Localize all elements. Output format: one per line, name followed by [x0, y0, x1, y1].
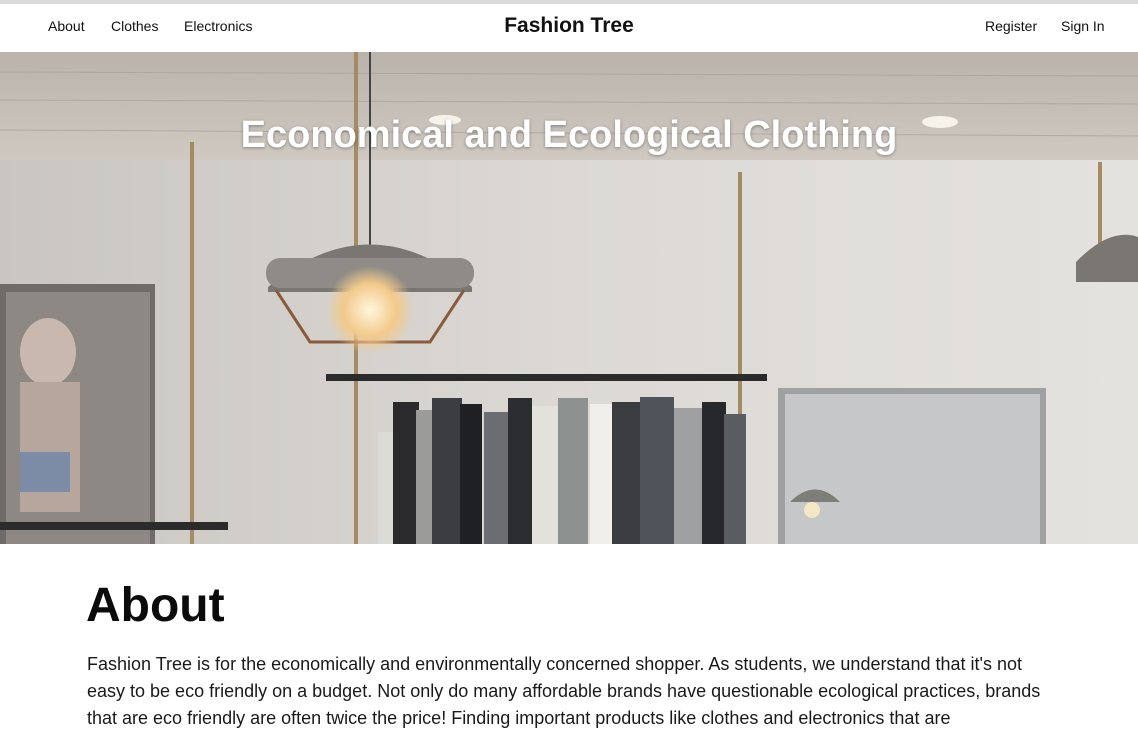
nav-link-sign-in[interactable]: Sign In	[1061, 18, 1105, 34]
nav-link-electronics[interactable]: Electronics	[184, 18, 252, 34]
brand-logo[interactable]: Fashion Tree	[504, 14, 634, 37]
about-heading: About	[86, 579, 225, 632]
about-body-text: Fashion Tree is for the economically and…	[87, 654, 1041, 728]
hero-title: Economical and Ecological Clothing	[240, 114, 898, 156]
navbar: About Clothes Electronics Fashion Tree R…	[0, 4, 1138, 53]
hero-banner: Economical and Ecological Clothing	[0, 52, 1138, 544]
nav-link-register[interactable]: Register	[985, 18, 1037, 34]
nav-link-about[interactable]: About	[48, 18, 85, 34]
nav-link-clothes[interactable]: Clothes	[111, 18, 158, 34]
